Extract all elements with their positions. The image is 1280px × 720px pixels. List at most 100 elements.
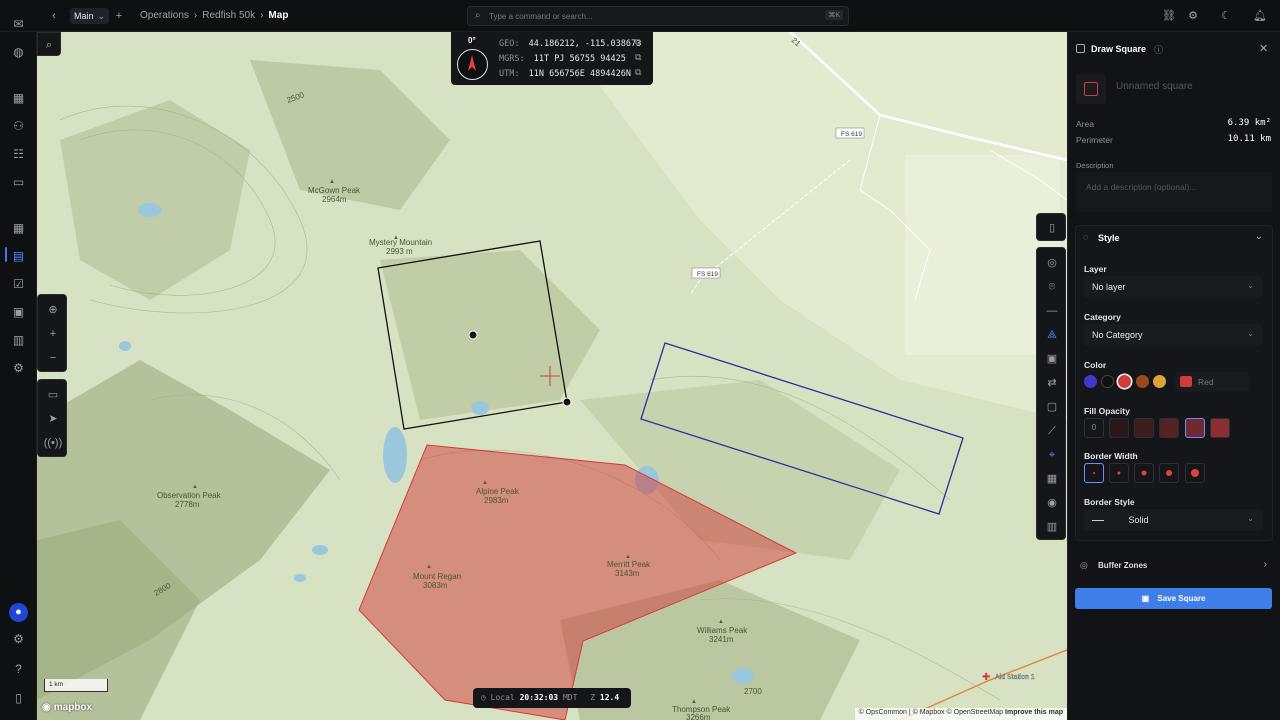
custom-color-input[interactable]: Red (1175, 372, 1249, 391)
mapbox-icon: ◉ (42, 702, 51, 713)
zoom-in-button[interactable]: + (38, 322, 68, 346)
map-label: 2993 m (386, 247, 413, 256)
palette-icon: ◌ (1083, 232, 1089, 242)
inbox-icon[interactable]: ✉ (10, 16, 27, 33)
attribution-text[interactable]: © OpsCommon | © Mapbox © OpenStreetMap (859, 709, 1004, 716)
bell-icon[interactable]: 🔔︎ (1251, 7, 1269, 25)
shapes-icon[interactable]: ⟁ (1037, 323, 1067, 347)
checklist-icon[interactable]: ☑ (10, 276, 27, 293)
layer-select[interactable]: No layer ⌄ (1084, 276, 1262, 298)
terrain-svg: ▲ ▲ ▲ ▲ ▲ ▲ ▲ ▲ McGown Peak 2964m Myster… (37, 32, 1067, 720)
color-swatch-red[interactable] (1118, 375, 1131, 388)
help-icon[interactable]: ? (10, 661, 27, 678)
top-bar: ‹ Main ⌄ + Operations › Redfish 50k › Ma… (0, 0, 1280, 32)
color-value: Red (1198, 377, 1214, 387)
border-width-option-4[interactable] (1159, 463, 1179, 483)
close-icon[interactable]: ✕ (1259, 42, 1268, 55)
color-swatch-black[interactable] (1101, 375, 1114, 388)
workspace-select[interactable]: Main ⌄ (70, 8, 110, 24)
zoom-value: 12.4 (599, 693, 620, 702)
settings-icon[interactable]: ⚙ (10, 360, 27, 377)
map-label: Alpine Peak (476, 487, 520, 496)
gear-icon[interactable]: ⚙ (10, 631, 27, 648)
broadcast-icon[interactable]: ((•)) (38, 431, 68, 455)
users-icon[interactable]: ☷ (10, 146, 27, 163)
target-icon[interactable]: ◎ (1037, 251, 1067, 275)
improve-map-link[interactable]: Improve this map (1005, 709, 1063, 716)
tag-icon[interactable]: ⌖ (1037, 443, 1067, 467)
globe-icon[interactable]: ◍ (10, 44, 27, 61)
map-icon[interactable]: ▤ (10, 248, 27, 265)
buffer-zones-row[interactable]: ◎ Buffer Zones › (1075, 555, 1273, 577)
copy-mgrs-icon[interactable]: ⧉ (635, 52, 641, 63)
custom-color-swatch (1180, 376, 1192, 387)
table-icon[interactable]: ▦ (1037, 467, 1067, 491)
opacity-option-1[interactable] (1109, 418, 1129, 438)
avatar[interactable]: ● (9, 603, 28, 622)
border-width-option-5[interactable] (1185, 463, 1205, 483)
mgrs-value: 11T PJ 56755 94425 (533, 54, 626, 64)
copy-utm-icon[interactable]: ⧉ (635, 67, 641, 78)
monitor-icon[interactable]: ▭ (38, 383, 68, 407)
sidebar-toggle-icon[interactable]: ▯ (10, 690, 27, 707)
aid-station-marker[interactable]: ✚ (982, 672, 990, 683)
checkbox-icon[interactable] (1076, 44, 1085, 53)
copy-geo-icon[interactable]: ⧉ (635, 37, 641, 48)
zoom-out-button[interactable]: − (38, 346, 68, 370)
panel-icon[interactable]: ▯ (1037, 216, 1067, 240)
info-icon[interactable]: ⓘ (1154, 43, 1163, 56)
image-icon[interactable]: ▣ (1037, 347, 1067, 371)
search-icon[interactable]: ⌕ (38, 33, 60, 57)
color-swatch-brown[interactable] (1136, 375, 1149, 388)
mapbox-logo[interactable]: ◉ mapbox (42, 702, 92, 713)
name-input[interactable]: Unnamed square (1110, 76, 1270, 98)
link-icon[interactable]: ⛓ (1160, 7, 1178, 25)
breadcrumb-operations[interactable]: Operations (140, 10, 189, 21)
folder-icon[interactable]: ▭ (10, 174, 27, 191)
line-icon[interactable]: — (1037, 299, 1067, 323)
perimeter-label: Perimeter (1076, 135, 1113, 145)
breadcrumb-project[interactable]: Redfish 50k (202, 10, 255, 21)
map-canvas[interactable]: ▲ ▲ ▲ ▲ ▲ ▲ ▲ ▲ McGown Peak 2964m Myster… (37, 32, 1067, 720)
opacity-option-0[interactable]: 0 (1084, 418, 1104, 438)
opacity-option-4[interactable] (1185, 418, 1205, 438)
border-style-select[interactable]: Solid ⌄ (1084, 509, 1262, 531)
name-placeholder: Unnamed square (1116, 81, 1193, 92)
route-icon[interactable]: ⇄ (1037, 371, 1067, 395)
pin-icon[interactable]: ⌾ (1037, 275, 1067, 299)
add-tab-icon[interactable]: + (110, 7, 128, 25)
border-width-option-3[interactable] (1134, 463, 1154, 483)
description-input[interactable]: Add a description (optional)... (1076, 172, 1272, 212)
comment-icon[interactable]: ▢ (1037, 395, 1067, 419)
dashboard-icon[interactable]: ▦ (10, 90, 27, 107)
calendar-icon[interactable]: ▣ (10, 304, 27, 321)
opacity-option-3[interactable] (1159, 418, 1179, 438)
ruler-icon[interactable]: ⟋ (1037, 419, 1067, 443)
compass-icon[interactable] (457, 49, 488, 80)
locate-icon[interactable]: ⊕ (38, 298, 68, 322)
color-swatch-amber[interactable] (1153, 375, 1166, 388)
user-add-icon[interactable]: ⚇ (10, 118, 27, 135)
style-header[interactable]: ◌ Style ⌄ (1075, 226, 1273, 250)
shape-color-preview[interactable] (1076, 74, 1106, 104)
description-label: Description (1076, 161, 1114, 170)
opacity-option-2[interactable] (1134, 418, 1154, 438)
command-search[interactable]: ⌕ Type a command or search... ⌘K (467, 6, 849, 26)
heading-value: 0° (468, 36, 476, 45)
back-icon[interactable]: ‹ (45, 7, 63, 25)
radius-icon[interactable]: ◉ (1037, 491, 1067, 515)
save-square-button[interactable]: ▣ Save Square (1075, 588, 1272, 609)
gear-icon[interactable]: ⚙ (1184, 7, 1202, 25)
category-select[interactable]: No Category ⌄ (1084, 324, 1262, 346)
book-icon[interactable]: ▥ (1037, 515, 1067, 539)
chart-icon[interactable]: ▥ (10, 332, 27, 349)
theme-moon-icon[interactable]: ☾ (1217, 7, 1235, 25)
mapbox-wordmark: mapbox (53, 702, 93, 713)
color-swatch-indigo[interactable] (1084, 375, 1097, 388)
grid-icon[interactable]: ▦ (10, 220, 27, 237)
cursor-icon[interactable]: ➤ (38, 407, 68, 431)
opacity-option-5[interactable] (1210, 418, 1230, 438)
border-width-option-2[interactable] (1109, 463, 1129, 483)
border-width-option-1[interactable] (1084, 463, 1104, 483)
scale-bar: 1 km (44, 679, 108, 692)
